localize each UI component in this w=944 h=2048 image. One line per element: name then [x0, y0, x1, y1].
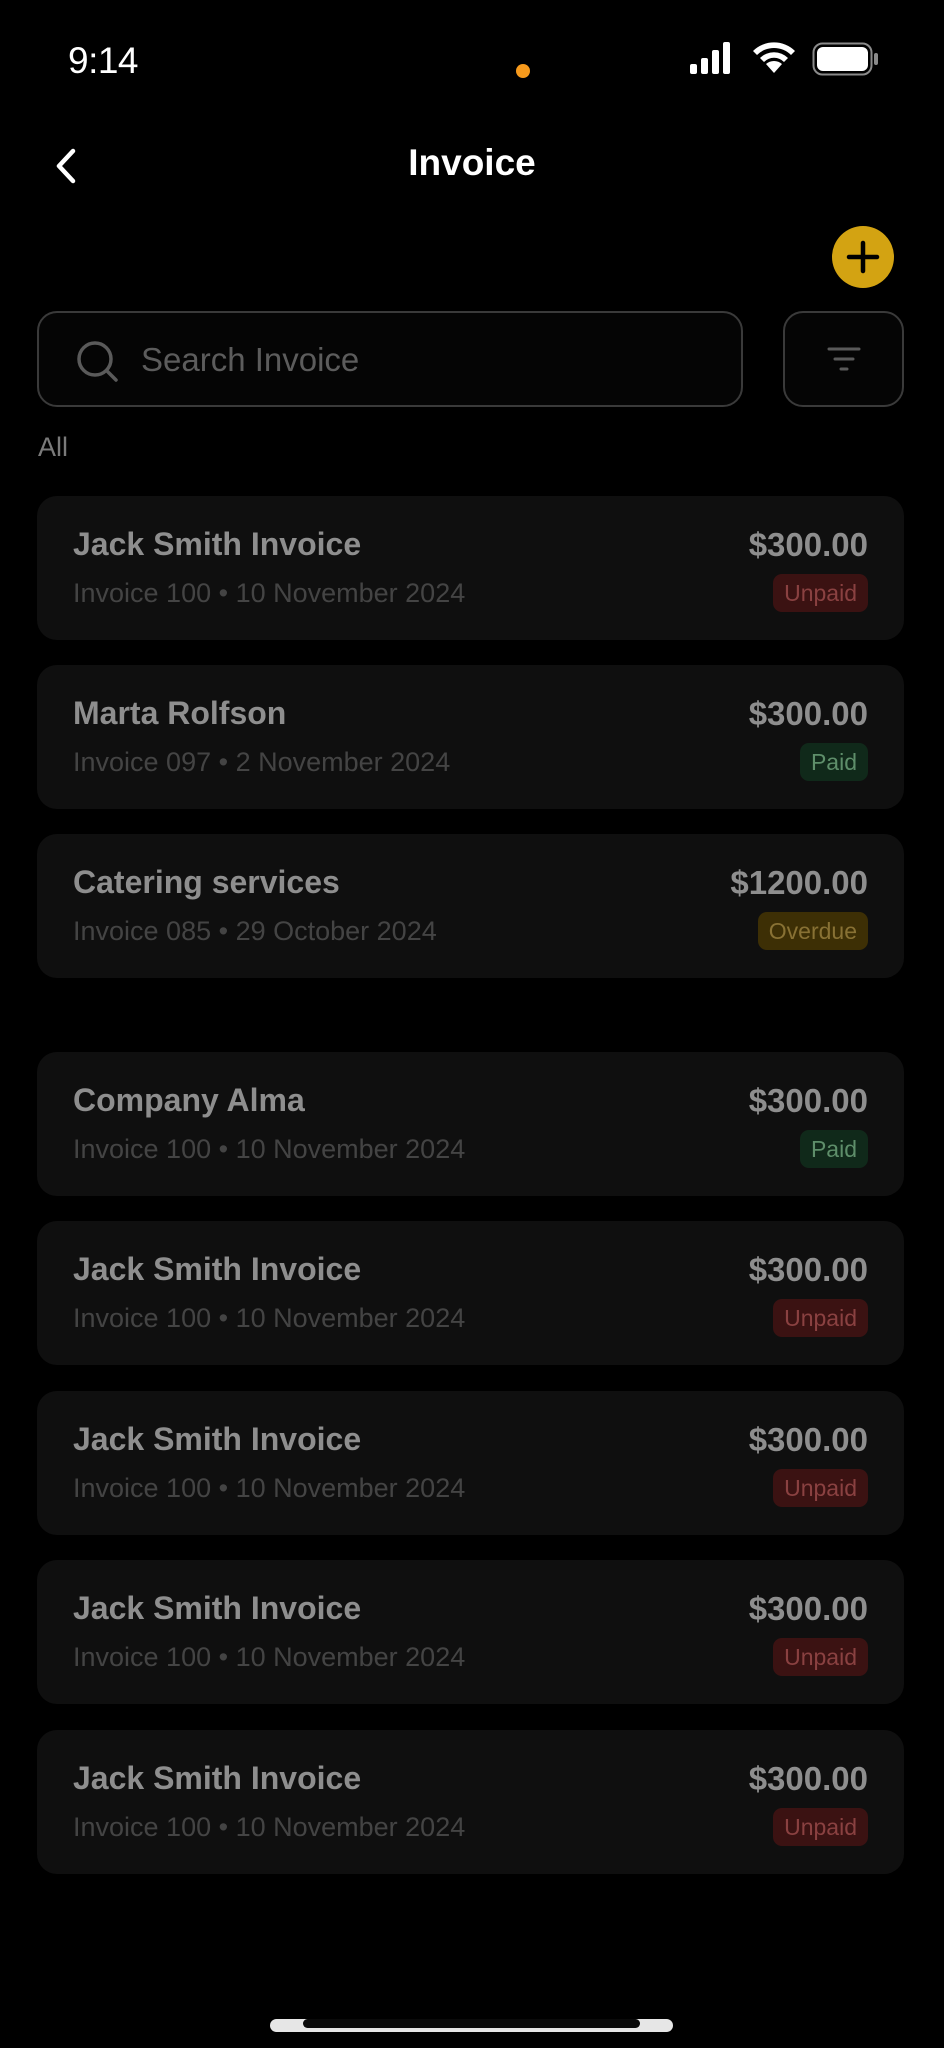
invoice-number: Invoice 100 [73, 1642, 212, 1672]
invoice-date: 10 November 2024 [235, 1812, 466, 1842]
recording-indicator-dot [516, 64, 530, 78]
invoice-card[interactable]: Catering services Invoice 085 • 29 Octobe… [37, 834, 904, 978]
add-invoice-button[interactable] [832, 226, 894, 288]
status-badge: Paid [799, 1130, 868, 1168]
invoice-number: Invoice 100 [73, 578, 212, 608]
bullet-separator-icon: • [211, 1134, 236, 1164]
invoice-card[interactable]: Jack Smith Invoice Invoice 100 • 10 Novem… [37, 1730, 904, 1874]
invoice-number: Invoice 097 [73, 747, 212, 777]
home-indicator [270, 2019, 673, 2032]
invoice-date: 10 November 2024 [235, 1642, 466, 1672]
invoice-name: Jack Smith Invoice [73, 526, 362, 562]
invoice-name: Jack Smith Invoice [73, 1421, 362, 1457]
cellular-signal-icon [690, 42, 730, 74]
bullet-separator-icon: • [211, 1303, 236, 1333]
bullet-separator-icon: • [211, 578, 236, 608]
invoice-name: Catering services [73, 864, 340, 900]
invoice-name: Company Alma [73, 1082, 305, 1118]
invoice-date: 2 November 2024 [235, 747, 451, 777]
invoice-meta: Invoice 100 • 10 November 2024 [73, 1473, 465, 1504]
bullet-separator-icon: • [211, 747, 236, 777]
search-bar [37, 311, 743, 407]
invoice-amount: $300.00 [748, 695, 868, 732]
invoice-card[interactable]: Jack Smith Invoice Invoice 100 • 10 Novem… [37, 496, 904, 640]
wifi-icon [753, 42, 795, 73]
invoice-amount: $300.00 [748, 1421, 868, 1458]
invoice-date: 10 November 2024 [235, 1134, 466, 1164]
status-badge: Unpaid [773, 1299, 868, 1337]
battery-icon [812, 42, 878, 76]
invoice-number: Invoice 100 [73, 1303, 212, 1333]
invoice-amount: $300.00 [748, 1760, 868, 1797]
invoice-date: 10 November 2024 [235, 1303, 466, 1333]
invoice-number: Invoice 100 [73, 1134, 212, 1164]
invoice-meta: Invoice 097 • 2 November 2024 [73, 747, 450, 778]
invoice-date: 10 November 2024 [235, 578, 466, 608]
status-badge: Unpaid [773, 1638, 868, 1676]
invoice-card[interactable]: Company Alma Invoice 100 • 10 November 20… [37, 1052, 904, 1196]
status-badge: Overdue [757, 912, 868, 950]
invoice-amount: $300.00 [748, 1251, 868, 1288]
invoice-meta: Invoice 100 • 10 November 2024 [73, 578, 465, 609]
page-title: Invoice [408, 142, 536, 183]
invoice-card[interactable]: Jack Smith Invoice Invoice 100 • 10 Novem… [37, 1391, 904, 1535]
invoice-meta: Invoice 100 • 10 November 2024 [73, 1134, 465, 1165]
filter-icon [827, 347, 860, 371]
invoice-amount: $300.00 [748, 526, 868, 563]
status-badge: Unpaid [773, 574, 868, 612]
invoice-card[interactable]: Jack Smith Invoice Invoice 100 • 10 Novem… [37, 1221, 904, 1365]
invoice-name: Jack Smith Invoice [73, 1590, 362, 1626]
invoice-number: Invoice 100 [73, 1473, 212, 1503]
bullet-separator-icon: • [211, 1812, 236, 1842]
filter-button[interactable] [783, 311, 904, 407]
status-time: 9:14 [68, 40, 139, 81]
navigation-bar: Invoice [0, 130, 944, 200]
invoice-amount: $300.00 [748, 1590, 868, 1627]
bullet-separator-icon: • [211, 1473, 236, 1503]
invoice-meta: Invoice 100 • 10 November 2024 [73, 1812, 465, 1843]
status-badge: Unpaid [773, 1808, 868, 1846]
status-badge: Unpaid [773, 1469, 868, 1507]
plus-icon [846, 240, 880, 274]
invoice-meta: Invoice 100 • 10 November 2024 [73, 1303, 465, 1334]
invoice-card[interactable]: Marta Rolfson Invoice 097 • 2 November 20… [37, 665, 904, 809]
invoice-card[interactable]: Jack Smith Invoice Invoice 100 • 10 Novem… [37, 1560, 904, 1704]
invoice-meta: Invoice 100 • 10 November 2024 [73, 1642, 465, 1673]
invoice-name: Marta Rolfson [73, 695, 287, 731]
invoice-meta: Invoice 085 • 29 October 2024 [73, 916, 437, 947]
invoice-number: Invoice 100 [73, 1812, 212, 1842]
invoice-date: 29 October 2024 [235, 916, 437, 946]
invoice-number: Invoice 085 [73, 916, 212, 946]
invoice-name: Jack Smith Invoice [73, 1251, 362, 1287]
invoice-date: 10 November 2024 [235, 1473, 466, 1503]
bullet-separator-icon: • [211, 1642, 236, 1672]
section-label-all: All [38, 432, 69, 462]
status-badge: Paid [799, 743, 868, 781]
invoice-amount: $1200.00 [730, 864, 868, 901]
invoice-name: Jack Smith Invoice [73, 1760, 362, 1796]
search-icon [77, 341, 118, 382]
invoice-amount: $300.00 [748, 1082, 868, 1119]
bullet-separator-icon: • [211, 916, 236, 946]
search-input[interactable] [139, 313, 723, 407]
status-bar: 9:14 [0, 0, 944, 120]
